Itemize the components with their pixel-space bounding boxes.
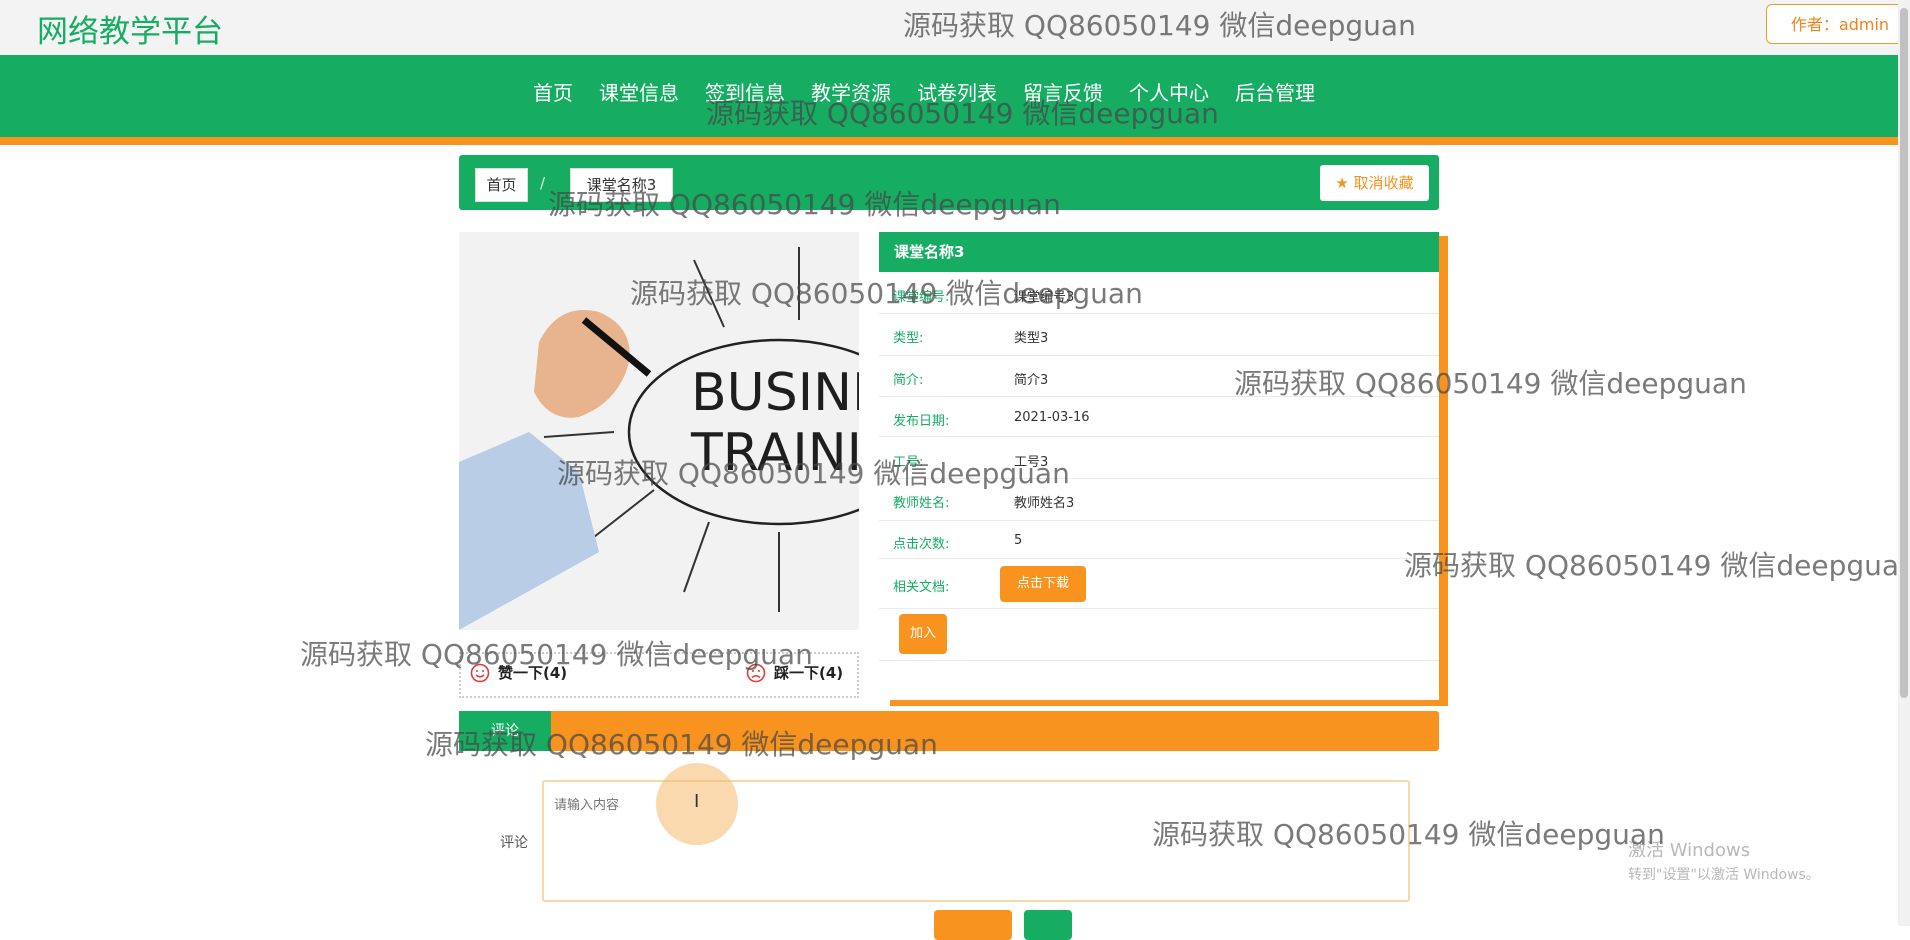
author-badge[interactable]: 作者：admin [1766,4,1910,44]
row-divider [879,355,1439,356]
row-value-click-count: 5 [1014,533,1023,548]
unfavorite-label: 取消收藏 [1353,174,1414,192]
dislike-button[interactable]: 踩一下(4) [746,662,843,683]
breadcrumb-home[interactable]: 首页 [475,168,528,202]
nav-item-resources[interactable]: 教学资源 [798,77,904,106]
nav-item-signin[interactable]: 签到信息 [692,77,798,106]
submit-comment-button[interactable] [934,910,1012,940]
row-divider [879,478,1439,479]
frown-icon [746,663,766,682]
row-divider [879,313,1439,314]
top-bar [0,0,1898,55]
row-divider [879,558,1439,559]
row-value-publish-date: 2021-03-16 [1014,410,1090,425]
nav-item-feedback[interactable]: 留言反馈 [1010,77,1116,106]
join-button[interactable]: 加入 [899,614,947,654]
row-label-publish-date: 发布日期: [893,414,950,429]
comment-field-label: 评论 [500,835,528,851]
unfavorite-button[interactable]: ★ 取消收藏 [1320,165,1429,201]
row-divider [879,608,1439,609]
like-button[interactable]: 赞一下(4) [470,662,567,683]
row-value-intro: 简介3 [1014,373,1049,388]
like-label: 赞一下(4) [498,664,568,682]
row-divider [879,520,1439,521]
row-label-intro: 简介: [893,373,924,388]
reset-button[interactable] [1024,910,1072,940]
download-button[interactable]: 点击下载 [1000,566,1086,602]
row-divider [879,660,1439,661]
text-cursor-icon: I [694,791,700,812]
row-label-type: 类型: [893,331,924,346]
scrollbar-thumb[interactable] [1900,8,1908,698]
row-value-type: 类型3 [1014,331,1049,346]
row-divider [879,436,1439,437]
business-training-illustration: BUSINES TRAININ [459,232,859,630]
tab-comment[interactable]: 评论 [459,711,551,751]
site-title[interactable]: 网络教学平台 [37,6,223,51]
row-value-course-no: 课堂编号3 [1014,290,1075,305]
row-value-staff-no: 工号3 [1014,455,1049,470]
nav-item-exams[interactable]: 试卷列表 [904,77,1010,106]
star-icon: ★ [1335,174,1349,192]
detail-card [879,232,1439,700]
navbar-accent-strip [0,137,1898,145]
row-label-teacher-name: 教师姓名: [893,496,950,511]
watermark: 源码获取 QQ86050149 微信deepguan [1404,549,1898,582]
windows-activation-hint: 转到"设置"以激活 Windows。 [1628,867,1820,883]
smile-icon [470,663,490,682]
nav-item-admin[interactable]: 后台管理 [1222,77,1328,106]
breadcrumb-current[interactable]: 课堂名称3 [570,168,673,202]
course-image: BUSINES TRAININ [459,232,859,630]
row-label-documents: 相关文档: [893,580,950,595]
nav-menu: 首页 课堂信息 签到信息 教学资源 试卷列表 留言反馈 个人中心 后台管理 [520,55,1328,127]
row-value-teacher-name: 教师姓名3 [1014,496,1075,511]
row-label-staff-no: 工号: [893,455,924,470]
windows-activation-title: 激活 Windows [1628,840,1751,861]
nav-item-home[interactable]: 首页 [520,77,586,106]
comment-tab-bar [459,711,1439,751]
nav-item-classes[interactable]: 课堂信息 [586,77,692,106]
image-text-line2: TRAININ [690,423,859,483]
detail-card-title: 课堂名称3 [879,232,1439,272]
row-divider [879,396,1439,397]
row-label-click-count: 点击次数: [893,537,950,552]
image-text-line1: BUSINES [691,363,859,423]
nav-item-profile[interactable]: 个人中心 [1116,77,1222,106]
breadcrumb-separator: / [540,174,546,192]
row-label-course-no: 课堂编号: [893,290,950,305]
dislike-label: 踩一下(4) [774,664,844,682]
